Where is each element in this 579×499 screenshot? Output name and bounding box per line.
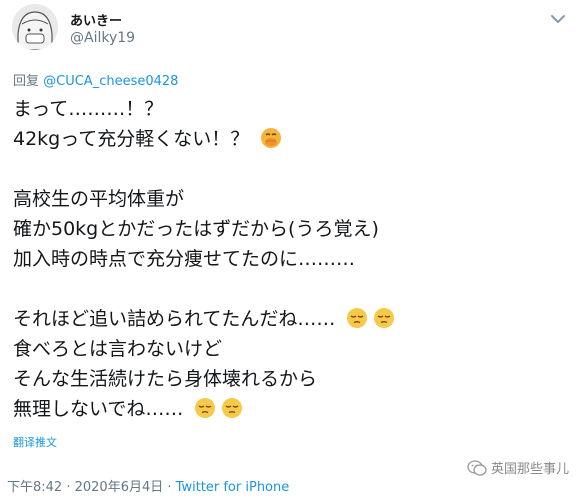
- translate-tweet-link[interactable]: 翻译推文: [13, 434, 57, 450]
- tweet-line-text: 無理しないでね……: [13, 398, 184, 420]
- wechat-icon: [467, 459, 487, 476]
- tweet-line: そんな生活続けたら身体壊れるから: [13, 364, 553, 394]
- chevron-down-icon[interactable]: [547, 8, 569, 30]
- avatar[interactable]: [12, 4, 58, 50]
- avatar-drawing: [12, 4, 58, 50]
- tweet-line: 42kgって充分軽くない！？: [13, 124, 553, 154]
- pensive-face-icon: [195, 398, 216, 418]
- watermark: 英国那些事儿: [467, 458, 569, 477]
- tweet-line: 食べろとは言わないけど: [13, 334, 553, 364]
- tweet-source-link[interactable]: Twitter for iPhone: [176, 480, 290, 495]
- tweet-text: まって………！？ 42kgって充分軽くない！？ 高校生の平均体重が 確か50kg…: [13, 94, 553, 424]
- pensive-face-icon: [347, 308, 368, 328]
- tweet-line-text: そんな生活続けたら身体壊れるから: [13, 368, 318, 390]
- tweet-line: 無理しないでね……: [13, 394, 553, 424]
- meta-separator: ·: [163, 480, 176, 495]
- tweet-line-text: 42kgって充分軽くない！？: [13, 128, 250, 150]
- tweet-line: 確か50kgとかだったはずだから(うろ覚え): [13, 214, 553, 244]
- reply-prefix: 回复: [13, 74, 44, 89]
- tweet-line-text: 食べろとは言わないけど: [13, 338, 223, 360]
- tweet-date[interactable]: 2020年6月4日: [75, 480, 164, 495]
- tweet-metadata: 下午8:42 · 2020年6月4日 · Twitter for iPhone: [7, 476, 289, 495]
- pensive-face-icon: [374, 308, 395, 328]
- tweet-line: まって………！？: [13, 94, 553, 124]
- pensive-face-icon: [222, 398, 243, 418]
- tweet-time[interactable]: 下午8:42: [7, 480, 62, 495]
- watermark-text: 英国那些事儿: [490, 462, 569, 477]
- tweet-line: それほど追い詰められてたんだね……: [13, 304, 553, 334]
- tweet-line-text: 加入時の時点で充分痩せてたのに………: [13, 248, 356, 270]
- tweet-line-text: まって………！？: [13, 98, 164, 120]
- reply-context: 回复 @CUCA_cheese0428: [13, 70, 178, 89]
- user-handle[interactable]: @Ailky19: [70, 30, 135, 46]
- tweet-line: 加入時の時点で充分痩せてたのに………: [13, 244, 553, 274]
- meta-separator: ·: [62, 480, 75, 495]
- tweet-line-text: 高校生の平均体重が: [13, 188, 185, 210]
- reply-mention-link[interactable]: @CUCA_cheese0428: [43, 74, 178, 89]
- display-name[interactable]: あいきー: [70, 10, 122, 29]
- face-with-hand-over-mouth-icon: [261, 128, 282, 148]
- tweet-line-text: 確か50kgとかだったはずだから(うろ覚え): [13, 218, 379, 240]
- tweet-line: 高校生の平均体重が: [13, 184, 553, 214]
- tweet-line-text: それほど追い詰められてたんだね……: [13, 308, 336, 330]
